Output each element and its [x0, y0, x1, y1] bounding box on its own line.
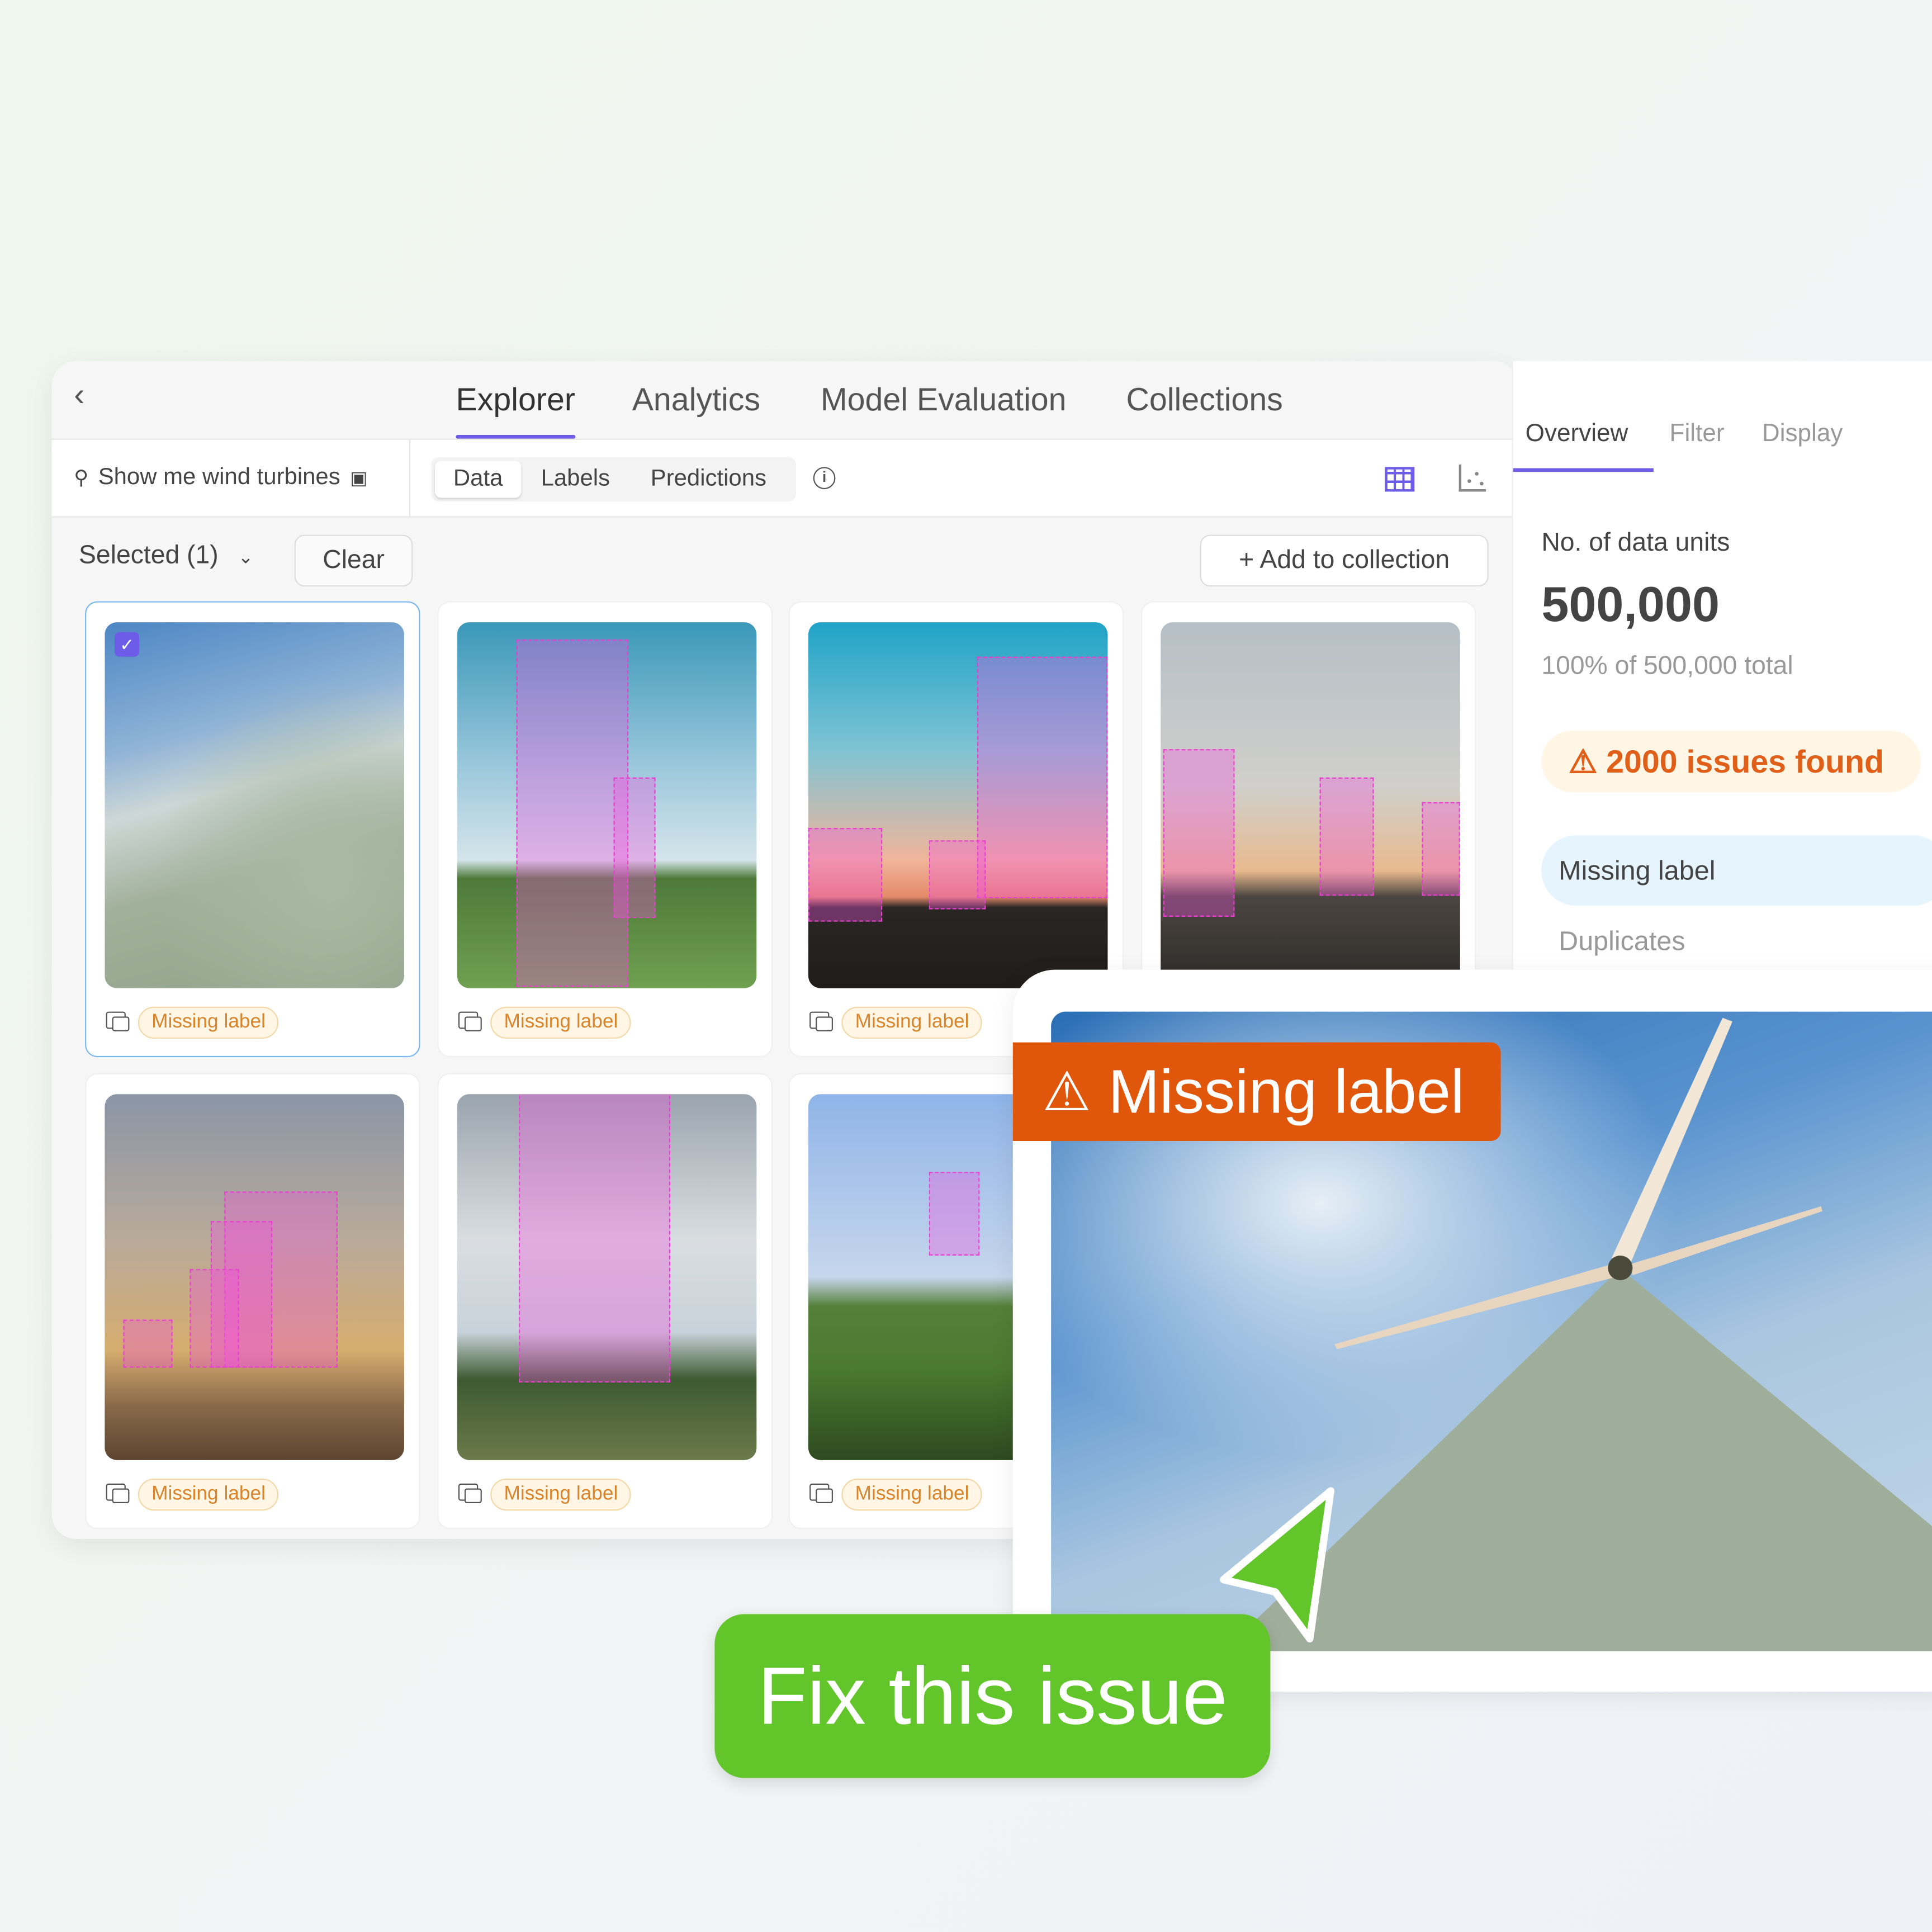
warning-icon: ⚠ [1568, 743, 1598, 780]
chevron-left-icon[interactable]: ‹ [74, 376, 84, 414]
missing-label-badge: Missing label [490, 1006, 632, 1039]
issue-missing-label[interactable]: Missing label [1541, 835, 1932, 906]
tab-model-evaluation[interactable]: Model Evaluation [821, 381, 1067, 419]
data-card[interactable]: Missing label [437, 1073, 773, 1530]
top-nav: ‹ Explorer Analytics Model Evaluation Co… [51, 361, 1512, 440]
missing-label-badge: Missing label [490, 1478, 632, 1511]
warning-icon: ⚠ [1042, 1061, 1091, 1122]
missing-label-badge: Missing label [841, 1478, 983, 1511]
stack-icon [458, 1483, 482, 1504]
checkbox-checked-icon[interactable]: ✓ [114, 632, 140, 657]
turbine-image [808, 622, 1108, 988]
search-query: Show me wind turbines [98, 464, 340, 491]
right-panel: Overview Filter Display No. of data unit… [1512, 361, 1932, 970]
missing-label-badge: Missing label [138, 1478, 280, 1511]
tab-display[interactable]: Display [1762, 420, 1843, 449]
data-card[interactable]: Missing label [85, 1073, 420, 1530]
fix-issue-button[interactable]: Fix this issue [714, 1614, 1271, 1778]
data-card[interactable]: Missing label [437, 601, 773, 1058]
stack-icon [106, 1483, 130, 1504]
tab-analytics[interactable]: Analytics [632, 381, 760, 419]
turbine-image [457, 622, 757, 988]
metric-sub: 100% of 500,000 total [1541, 651, 1793, 680]
issue-duplicates[interactable]: Duplicates [1559, 925, 1685, 957]
segment-data[interactable]: Data [435, 461, 522, 498]
turbine-image [105, 1094, 404, 1460]
selected-dropdown[interactable]: Selected (1) ⌄ [79, 541, 253, 571]
info-icon[interactable]: i [813, 467, 836, 490]
stack-icon [809, 1011, 833, 1031]
tab-collections[interactable]: Collections [1126, 381, 1283, 419]
divider [409, 439, 410, 518]
stack-icon [458, 1011, 482, 1031]
segment-predictions[interactable]: Predictions [651, 466, 766, 493]
chevron-down-icon: ⌄ [238, 547, 254, 569]
turbine-image: ✓ [105, 622, 404, 988]
missing-label-badge: Missing label [138, 1006, 280, 1039]
metric-label: No. of data units [1541, 528, 1730, 557]
active-tab-indicator [1513, 468, 1654, 472]
missing-label-banner: ⚠ Missing label [1012, 1042, 1501, 1141]
data-card[interactable]: ✓ Missing label [85, 601, 420, 1058]
add-to-collection-button[interactable]: + Add to collection [1200, 534, 1489, 587]
selected-count: Selected (1) [79, 541, 219, 570]
turbine-image [1161, 622, 1460, 988]
stack-icon [809, 1483, 833, 1504]
tab-overview[interactable]: Overview [1526, 420, 1628, 449]
stack-icon [106, 1011, 130, 1031]
search-icon: ⚲ [74, 468, 89, 490]
metric-value: 500,000 [1541, 577, 1720, 632]
issues-badge[interactable]: ⚠ 2000 issues found [1541, 731, 1921, 793]
search-input[interactable]: ⚲ Show me wind turbines ▣ [74, 465, 367, 491]
clear-button[interactable]: Clear [294, 534, 413, 587]
tab-filter[interactable]: Filter [1670, 420, 1725, 449]
toolbar: ⚲ Show me wind turbines ▣ Data Labels Pr… [51, 439, 1512, 518]
image-search-icon[interactable]: ▣ [350, 467, 367, 489]
missing-label-badge: Missing label [841, 1006, 983, 1039]
data-type-segment: Data Labels Predictions [431, 457, 796, 502]
grid-view-icon[interactable] [1385, 467, 1415, 492]
segment-labels[interactable]: Labels [541, 466, 610, 493]
turbine-image [457, 1094, 757, 1460]
scatter-view-icon[interactable] [1459, 464, 1486, 492]
tab-explorer[interactable]: Explorer [456, 381, 575, 439]
